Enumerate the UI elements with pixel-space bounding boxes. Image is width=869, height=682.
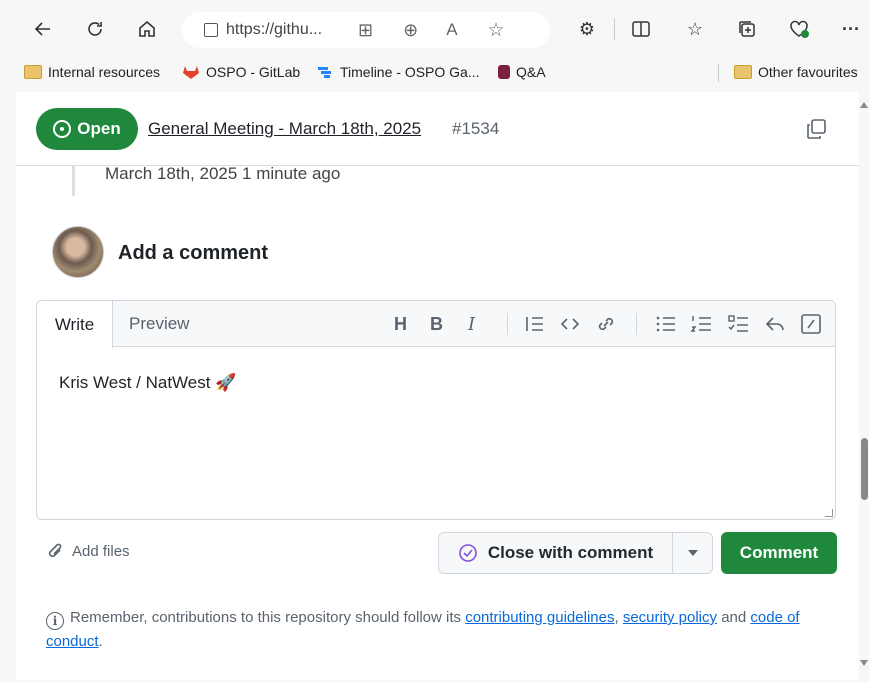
reply-icon[interactable]	[764, 313, 786, 335]
address-bar[interactable]: https://githu... ⊞ ⊕ A ☆	[182, 12, 550, 48]
bookmark-other-favourites[interactable]: Other favourites	[734, 64, 858, 80]
task-list-icon[interactable]	[727, 313, 749, 335]
italic-icon[interactable]: I	[468, 313, 475, 335]
bookmarks-divider	[718, 64, 719, 82]
collections-icon[interactable]	[732, 14, 762, 44]
ordered-list-icon[interactable]	[690, 313, 712, 335]
bookmark-qa[interactable]: Q&A	[498, 64, 546, 80]
zoom-icon[interactable]: ⊕	[403, 20, 418, 41]
status-badge: Open	[36, 108, 138, 150]
close-options-dropdown[interactable]	[673, 533, 713, 573]
bookmark-label: Q&A	[516, 64, 546, 80]
add-files-label: Add files	[72, 542, 130, 560]
comment-editor: Write Preview H B I Kris West / NatWest …	[36, 300, 836, 520]
bookmarks-bar: Internal resources OSPO - GitLab Timelin…	[0, 58, 869, 86]
url-text[interactable]: https://githu...	[226, 21, 336, 39]
toolbar-separator	[507, 313, 508, 335]
slash-commands-icon[interactable]	[800, 313, 822, 335]
app-icon[interactable]: ⊞	[358, 20, 373, 41]
avatar[interactable]	[52, 226, 104, 278]
folder-icon	[24, 65, 42, 79]
quote-icon[interactable]	[524, 313, 546, 335]
gitlab-icon	[183, 66, 199, 79]
issue-closed-icon	[459, 544, 477, 562]
toolbar-divider	[614, 18, 615, 40]
comment-textarea[interactable]: Kris West / NatWest 🚀	[59, 373, 236, 393]
copy-icon[interactable]	[805, 118, 827, 140]
folder-icon	[734, 65, 752, 79]
close-with-comment-group: Close with comment	[438, 532, 713, 574]
paperclip-icon	[48, 543, 62, 558]
bookmark-timeline[interactable]: Timeline - OSPO Ga...	[316, 64, 480, 80]
note-text: Remember, contributions to this reposito…	[70, 609, 462, 626]
resize-handle[interactable]	[825, 509, 833, 517]
add-files-button[interactable]: Add files	[48, 542, 130, 560]
code-icon[interactable]	[559, 313, 581, 335]
browser-essentials-icon[interactable]	[784, 14, 814, 44]
issue-sticky-header: Open General Meeting - March 18th, 2025 …	[16, 92, 859, 166]
scrollbar-thumb[interactable]	[861, 438, 868, 500]
bookmark-label: Timeline - OSPO Ga...	[340, 64, 480, 80]
editor-toolbar: Write Preview H B I	[37, 301, 835, 348]
bookmark-label: Other favourites	[758, 64, 858, 80]
favorite-star-icon[interactable]: ☆	[488, 19, 505, 42]
scrollbar[interactable]	[859, 92, 869, 680]
lock-icon[interactable]	[204, 23, 218, 37]
note-text: and	[721, 609, 747, 626]
refresh-icon[interactable]	[80, 14, 110, 44]
qa-icon	[498, 65, 510, 79]
bookmark-ospo-gitlab[interactable]: OSPO - GitLab	[182, 64, 300, 80]
read-aloud-icon[interactable]: A	[446, 20, 457, 40]
page-content: Open General Meeting - March 18th, 2025 …	[16, 92, 859, 680]
more-icon[interactable]: ···	[836, 14, 866, 44]
bold-icon[interactable]: B	[430, 313, 443, 335]
back-icon[interactable]	[28, 14, 58, 44]
comment-timestamp: March 18th, 2025 1 minute ago	[105, 164, 341, 183]
bookmark-internal-resources[interactable]: Internal resources	[24, 64, 160, 80]
issue-title[interactable]: General Meeting - March 18th, 2025	[148, 119, 421, 139]
contribution-note: i Remember, contributions to this reposit…	[46, 606, 836, 654]
extensions-icon[interactable]: ⚙	[572, 14, 602, 44]
bookmark-label: OSPO - GitLab	[206, 64, 301, 80]
tab-preview[interactable]: Preview	[129, 301, 189, 347]
close-with-comment-button[interactable]: Close with comment	[439, 533, 673, 573]
issue-open-icon	[53, 120, 72, 138]
scroll-down-arrow[interactable]	[860, 660, 868, 666]
scroll-up-arrow[interactable]	[860, 102, 868, 108]
bookmark-label: Internal resources	[48, 64, 161, 80]
link-icon[interactable]	[595, 313, 617, 335]
split-screen-icon[interactable]	[626, 14, 656, 44]
status-label: Open	[77, 119, 121, 138]
security-policy-link[interactable]: security policy	[623, 609, 717, 626]
note-separator: ,	[614, 609, 619, 626]
comment-submit-button[interactable]: Comment	[721, 532, 837, 574]
unordered-list-icon[interactable]	[655, 313, 677, 335]
contributing-guidelines-link[interactable]: contributing guidelines	[465, 609, 614, 626]
close-label: Close with comment	[487, 543, 654, 562]
add-comment-heading: Add a comment	[118, 242, 269, 264]
note-period: .	[98, 633, 103, 650]
heading-icon[interactable]: H	[394, 313, 407, 335]
info-icon: i	[46, 612, 64, 630]
issue-number: #1534	[452, 119, 500, 138]
home-icon[interactable]	[132, 14, 162, 44]
timeline-line	[72, 166, 75, 196]
favorites-icon[interactable]: ☆	[680, 14, 710, 44]
jira-icon	[318, 67, 331, 78]
tab-write[interactable]: Write	[37, 301, 113, 348]
toolbar-separator	[636, 313, 637, 335]
browser-toolbar: https://githu... ⊞ ⊕ A ☆ ⚙ ☆ ···	[0, 0, 869, 58]
